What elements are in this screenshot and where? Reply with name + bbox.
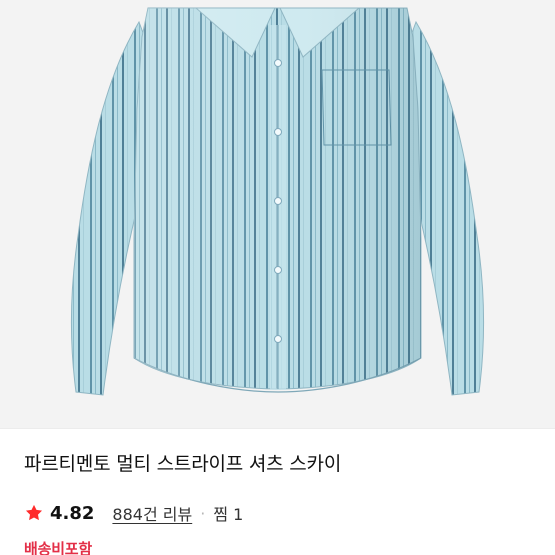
- striped-shirt-photo: [0, 0, 555, 428]
- star-icon: [24, 503, 44, 523]
- shipping-included-label: 배송비포함: [24, 540, 93, 555]
- product-detail-page: 파르티멘토 멀티 스트라이프 셔츠 스카이 4.82 884건 리뷰 · 찜 1…: [0, 0, 555, 555]
- review-count-link[interactable]: 884건 리뷰: [112, 501, 192, 525]
- product-title: 파르티멘토 멀티 스트라이프 셔츠 스카이: [24, 453, 342, 475]
- wishlist-count: 찜 1: [213, 505, 244, 524]
- rating-score: 4.82: [50, 502, 95, 524]
- meta-separator: ·: [200, 503, 206, 523]
- rating-row: 4.82 884건 리뷰 · 찜 1: [24, 500, 243, 526]
- product-image[interactable]: [0, 0, 555, 428]
- section-divider: [0, 428, 555, 429]
